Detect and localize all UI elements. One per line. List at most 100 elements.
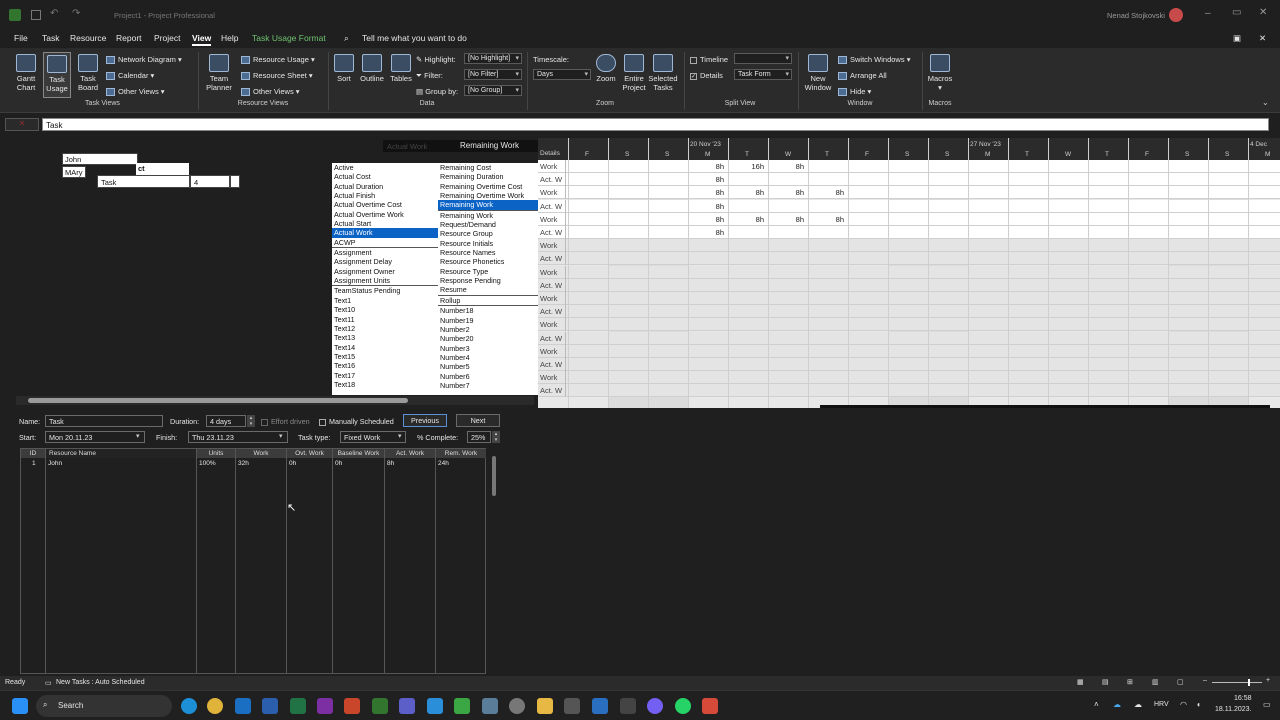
column-header-actual-work[interactable]: Actual Work <box>383 140 459 152</box>
save-icon[interactable] <box>31 10 41 20</box>
field-list-item[interactable]: Number18 <box>438 305 538 315</box>
filter-dropdown[interactable]: [No Filter] <box>464 69 522 80</box>
zoom-button[interactable]: Zoom <box>594 54 618 83</box>
timephased-cell[interactable]: 16h <box>728 160 768 173</box>
team-planner-button[interactable]: Team Planner <box>203 54 235 92</box>
timeline-checkbox[interactable]: Timeline <box>690 55 728 64</box>
field-list-item[interactable]: Text15 <box>332 352 438 361</box>
percent-spinner[interactable]: ▴ ▾ <box>492 431 500 443</box>
network-diagram-button[interactable]: Network Diagram ▾ <box>106 55 182 65</box>
task-type-chevron-down-icon[interactable]: ▾ <box>398 432 402 440</box>
name-field[interactable]: Task <box>45 415 163 427</box>
timephased-cell[interactable]: 8h <box>688 173 728 186</box>
field-list-item[interactable]: Request/Demand <box>438 220 538 229</box>
finish-field[interactable]: Thu 23.11.23 <box>188 431 288 443</box>
task-name-cell[interactable]: Task <box>97 175 190 188</box>
sort-button[interactable]: Sort <box>331 54 357 83</box>
row-baseline-work[interactable]: 0h <box>335 460 342 467</box>
row-act-work[interactable]: 8h <box>387 460 394 467</box>
horizontal-scrollbar[interactable] <box>16 396 534 405</box>
volume-icon[interactable]: ◖ <box>1196 700 1201 709</box>
field-list-item[interactable]: Assignment <box>332 247 438 257</box>
field-list-item[interactable]: Resource Type <box>438 267 538 276</box>
field-list-item[interactable]: Resource Names <box>438 248 538 257</box>
timephased-cell[interactable]: 8h <box>688 160 728 173</box>
field-list-item[interactable]: Remaining Cost <box>438 163 538 172</box>
timephased-cell[interactable]: 8h <box>728 213 768 226</box>
project-name-cell[interactable]: ct <box>136 163 189 175</box>
restore-icon[interactable]: ▭ <box>1232 7 1241 18</box>
field-list-item[interactable]: Resource Phonetics <box>438 257 538 266</box>
acrobat-icon[interactable] <box>620 698 636 714</box>
clock-time[interactable]: 16:58 <box>1234 695 1252 702</box>
menu-task[interactable]: Task <box>42 33 59 43</box>
menu-help[interactable]: Help <box>221 33 238 43</box>
resource-assignment-table[interactable]: ID Resource Name Units Work Ovt. Work Ba… <box>20 448 486 674</box>
entry-input[interactable]: Task <box>42 118 1269 131</box>
powerpoint-icon[interactable] <box>344 698 360 714</box>
details-dropdown[interactable]: Task Form <box>734 69 792 80</box>
previous-button[interactable]: Previous <box>403 414 447 427</box>
language-indicator[interactable]: HRV <box>1154 701 1169 708</box>
field-list-right[interactable]: Remaining Cost Remaining Duration Remainin… <box>438 163 538 395</box>
field-list-item[interactable]: Text17 <box>332 371 438 380</box>
field-list-item[interactable]: Actual Overtime Cost <box>332 200 438 209</box>
camtasia-icon[interactable] <box>454 698 470 714</box>
field-list-item[interactable]: Remaining Overtime Cost <box>438 182 538 191</box>
ribbon-close-icon[interactable]: ✕ <box>1259 33 1266 44</box>
task-usage-button[interactable]: Task Usage <box>43 52 71 98</box>
redo-icon[interactable]: ↷ <box>72 8 80 19</box>
avatar[interactable] <box>1169 8 1183 22</box>
manually-scheduled-checkbox[interactable]: Manually Scheduled <box>319 417 394 426</box>
timephased-cell[interactable]: 8h <box>768 213 808 226</box>
field-list-item[interactable]: Actual Cost <box>332 172 438 181</box>
recorder-icon[interactable] <box>702 698 718 714</box>
project-icon[interactable] <box>372 698 388 714</box>
menu-file[interactable]: File <box>14 33 28 43</box>
menu-project[interactable]: Project <box>154 33 180 43</box>
outline-button[interactable]: Outline <box>358 54 386 83</box>
windows-start-icon[interactable] <box>12 698 28 714</box>
timephased-cell[interactable]: 8h <box>768 186 808 199</box>
field-list-item[interactable]: Resource Group <box>438 229 538 238</box>
percent-complete-field[interactable]: 25% <box>467 431 491 443</box>
notification-icon[interactable]: ▭ <box>1263 700 1271 709</box>
entire-project-button[interactable]: Entire Project <box>620 54 648 92</box>
field-list-item[interactable]: Number7 <box>438 381 538 390</box>
timephased-cell[interactable]: 8h <box>688 226 728 239</box>
row-units[interactable]: 100% <box>199 460 216 467</box>
gantt-view-icon[interactable]: ▦ <box>1077 678 1084 686</box>
column-header-act-work[interactable]: Act. Work <box>385 449 435 458</box>
selected-tasks-button[interactable]: Selected Tasks <box>648 54 678 92</box>
excel-icon[interactable] <box>290 698 306 714</box>
field-list-item[interactable]: Actual Overtime Work <box>332 210 438 219</box>
field-list-item[interactable]: Actual Finish <box>332 191 438 200</box>
task-board-button[interactable]: Task Board <box>74 54 102 92</box>
whatsapp-icon[interactable] <box>675 698 691 714</box>
ribbon-display-icon[interactable]: ▣ <box>1233 33 1241 44</box>
tell-me-input[interactable]: Tell me what you want to do <box>362 33 467 43</box>
field-list-item[interactable]: Number6 <box>438 372 538 381</box>
timephased-cell[interactable]: 8h <box>808 213 848 226</box>
viber-icon[interactable] <box>647 698 663 714</box>
report-view-icon[interactable]: ▢ <box>1177 678 1184 686</box>
new-tasks-mode-icon[interactable]: ▭ <box>45 679 52 687</box>
column-header-units[interactable]: Units <box>197 449 235 458</box>
field-list-item[interactable]: Assignment Delay <box>332 257 438 266</box>
folder-icon[interactable] <box>537 698 553 714</box>
start-chevron-down-icon[interactable]: ▾ <box>136 432 140 440</box>
defender-icon[interactable] <box>592 698 608 714</box>
show-hidden-icons[interactable]: ˄ <box>1094 700 1099 709</box>
next-button[interactable]: Next <box>456 414 500 427</box>
field-list-item[interactable]: Resume <box>438 285 538 294</box>
group-by-dropdown[interactable]: [No Group] <box>464 85 522 96</box>
resource-name-cell[interactable]: MAry <box>62 166 86 178</box>
pen-icon[interactable] <box>427 698 443 714</box>
field-list-item[interactable]: Assignment Units <box>332 276 438 285</box>
row-resource-name[interactable]: John <box>48 460 62 467</box>
network-view-icon[interactable]: ⊞ <box>1127 678 1133 686</box>
field-list-item[interactable]: Text14 <box>332 343 438 352</box>
resource-other-views-button[interactable]: Other Views ▾ <box>241 87 300 97</box>
field-list-item[interactable]: Text18 <box>332 380 438 389</box>
taskbar-search-box[interactable]: ⌕ Search <box>36 695 172 717</box>
